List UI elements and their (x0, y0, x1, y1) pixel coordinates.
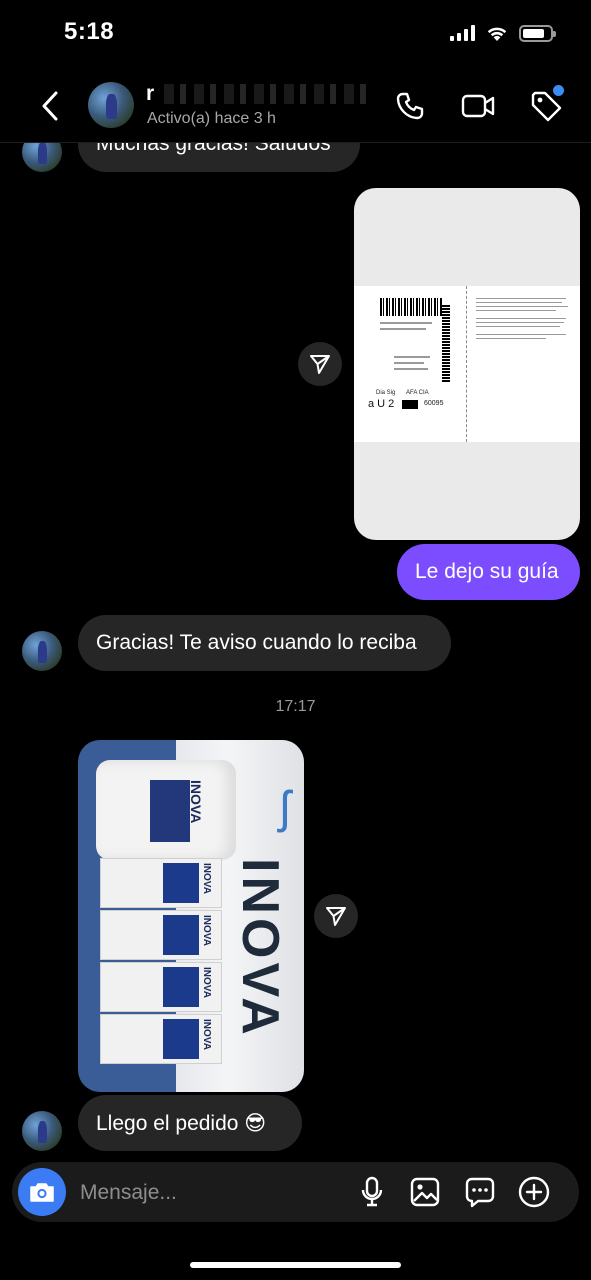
more-options-button[interactable] (516, 1174, 552, 1210)
shipping-label-image[interactable]: Dia Sig AFA CIA a U 2 60095 (354, 188, 580, 540)
page-fold-line (466, 286, 467, 442)
contact-avatar-small[interactable] (22, 631, 62, 671)
contact-avatar-small[interactable] (22, 1111, 62, 1151)
camera-icon (30, 1183, 54, 1202)
contact-name[interactable]: r (146, 82, 154, 106)
status-icons (450, 24, 556, 42)
voice-call-button[interactable] (390, 86, 430, 126)
home-indicator[interactable] (190, 1262, 401, 1268)
phone-icon (396, 92, 424, 120)
message-bubble-incoming[interactable]: Llego el pedido 😎 (78, 1095, 302, 1151)
share-button[interactable] (314, 894, 358, 938)
battery-icon (519, 24, 556, 42)
sticker-button[interactable] (462, 1174, 498, 1210)
document-page: Dia Sig AFA CIA a U 2 60095 (354, 286, 580, 442)
wifi-icon (487, 27, 507, 41)
product-photo-image[interactable]: ʃ INOVA INOVA INOVA INOVA INOVA INOVA (78, 740, 304, 1092)
barcode-vertical (442, 304, 450, 382)
product-bottle: INOVA (96, 760, 236, 860)
label-code-big: a U 2 (368, 398, 395, 410)
message-input[interactable] (78, 1179, 342, 1207)
contact-active-status: Activo(a) hace 3 h (147, 110, 276, 127)
bottle-brand-text: INOVA (188, 780, 204, 824)
product-box: INOVA (100, 858, 222, 908)
label-route: AFA CIA (406, 390, 429, 396)
plus-circle-icon (518, 1176, 550, 1208)
microphone-button[interactable] (354, 1174, 390, 1210)
send-icon (310, 355, 330, 374)
chat-bubble-icon (465, 1177, 495, 1208)
video-camera-icon (461, 94, 495, 118)
video-call-button[interactable] (458, 86, 498, 126)
label-code: 60095 (424, 400, 444, 407)
product-box: INOVA (100, 910, 222, 960)
message-bubble-outgoing[interactable]: Le dejo su guía (397, 544, 580, 600)
chat-header: r Activo(a) hace 3 h (0, 70, 591, 143)
message-composer (12, 1162, 579, 1222)
share-button[interactable] (298, 342, 342, 386)
cellular-signal-icon (450, 25, 475, 41)
message-text: Le dejo su guía (415, 560, 559, 583)
message-text: Llego el pedido 😎 (96, 1111, 267, 1135)
barcode (380, 298, 442, 316)
chevron-left-icon (42, 91, 58, 121)
message-bubble-incoming[interactable]: Gracias! Te aviso cuando lo reciba (78, 615, 451, 671)
contact-avatar[interactable] (88, 82, 134, 128)
microphone-icon (361, 1176, 383, 1207)
brand-logo-icon: ʃ (279, 781, 290, 833)
name-redaction (164, 84, 368, 104)
status-time: 5:18 (64, 18, 115, 45)
message-text: Gracias! Te aviso cuando lo reciba (96, 631, 417, 654)
label-black-box (402, 400, 418, 409)
gallery-button[interactable] (407, 1174, 443, 1210)
back-button[interactable] (34, 86, 66, 126)
product-box: INOVA (100, 1014, 222, 1064)
notification-dot (551, 83, 566, 98)
product-box: INOVA (100, 962, 222, 1012)
camera-button[interactable] (18, 1168, 66, 1216)
send-icon (326, 907, 346, 926)
tag-button[interactable] (526, 83, 566, 126)
image-icon (410, 1177, 440, 1207)
status-bar: 5:18 (0, 0, 591, 70)
message-timestamp: 17:17 (275, 698, 316, 715)
label-origin: Dia Sig (376, 390, 396, 396)
towel-brand-text: INOVA (231, 858, 289, 1039)
